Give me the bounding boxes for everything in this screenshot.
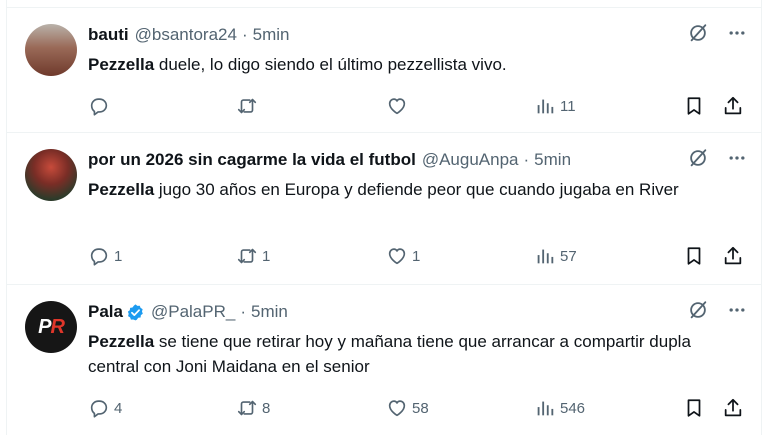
header-actions bbox=[687, 299, 747, 326]
retweet-icon bbox=[237, 400, 257, 416]
reply-icon bbox=[90, 248, 108, 266]
timestamp[interactable]: 5min bbox=[253, 25, 290, 45]
more-icon[interactable] bbox=[727, 300, 747, 325]
retweet-count: 8 bbox=[262, 399, 271, 417]
timestamp[interactable]: 5min bbox=[534, 150, 571, 170]
like-icon bbox=[388, 400, 406, 417]
reply-count: 1 bbox=[114, 247, 123, 265]
views-button[interactable]: 57 bbox=[534, 245, 577, 267]
tweet-content: Pala @PalaPR_ · 5min Pezzella se tiene q… bbox=[88, 299, 747, 379]
grok-icon[interactable] bbox=[687, 22, 709, 49]
retweet-button[interactable]: 8 bbox=[236, 397, 270, 419]
like-icon bbox=[388, 98, 406, 115]
tweet-content: por un 2026 sin cagarme la vida el futbo… bbox=[88, 147, 747, 202]
reply-button[interactable]: 4 bbox=[88, 397, 122, 419]
share-button[interactable] bbox=[722, 397, 744, 419]
views-button[interactable]: 11 bbox=[534, 95, 576, 117]
share-icon bbox=[724, 246, 742, 265]
separator: · bbox=[240, 302, 247, 321]
tweet-text: Pezzella duele, lo digo siendo el último… bbox=[88, 52, 738, 77]
separator: · bbox=[241, 25, 248, 44]
separator: · bbox=[523, 150, 530, 169]
bookmark-icon bbox=[687, 97, 701, 115]
tweet[interactable]: PR Pala @PalaPR_ · 5min Pezzella se tien… bbox=[7, 285, 761, 435]
retweet-icon bbox=[237, 98, 257, 114]
like-button[interactable]: 1 bbox=[386, 245, 420, 267]
bookmark-button[interactable] bbox=[683, 95, 705, 117]
views-icon bbox=[537, 249, 554, 264]
like-count: 1 bbox=[412, 247, 421, 265]
author-name[interactable]: Pala bbox=[88, 302, 123, 322]
views-count: 57 bbox=[560, 247, 577, 265]
tweet-text: Pezzella se tiene que retirar hoy y maña… bbox=[88, 329, 738, 379]
reply-button[interactable]: 1 bbox=[88, 245, 122, 267]
more-icon[interactable] bbox=[727, 23, 747, 48]
avatar[interactable] bbox=[25, 24, 77, 76]
views-icon bbox=[537, 401, 554, 416]
like-icon bbox=[388, 248, 406, 265]
retweet-button[interactable] bbox=[236, 95, 262, 117]
tweet-text-bold: Pezzella bbox=[88, 332, 155, 351]
tweet-feed: bauti @bsantora24 · 5min Pezzella duele,… bbox=[6, 0, 762, 435]
reply-count: 4 bbox=[114, 399, 123, 417]
tweet-actions: 4 8 58 546 bbox=[88, 396, 743, 420]
reply-button[interactable] bbox=[88, 95, 114, 117]
bookmark-button[interactable] bbox=[683, 397, 705, 419]
views-count: 546 bbox=[560, 399, 586, 417]
author-name[interactable]: bauti bbox=[88, 25, 129, 45]
views-count: 11 bbox=[560, 97, 576, 115]
share-icon bbox=[724, 96, 742, 115]
tweet-text-body: se tiene que retirar hoy y mañana tiene … bbox=[88, 332, 691, 376]
bookmark-icon bbox=[687, 399, 701, 417]
reply-icon bbox=[90, 98, 108, 116]
retweet-icon bbox=[237, 248, 257, 264]
views-icon bbox=[537, 99, 554, 114]
reply-icon bbox=[90, 400, 108, 418]
like-button[interactable] bbox=[386, 95, 412, 117]
retweet-count: 1 bbox=[262, 247, 271, 265]
avatar-logo: PR bbox=[38, 315, 65, 338]
grok-icon[interactable] bbox=[687, 147, 709, 174]
author-handle[interactable]: @PalaPR_ bbox=[151, 302, 235, 322]
tweet-text-body: jugo 30 años en Europa y defiende peor q… bbox=[154, 180, 679, 199]
share-button[interactable] bbox=[722, 245, 744, 267]
author-name[interactable]: por un 2026 sin cagarme la vida el futbo… bbox=[88, 150, 416, 170]
like-button[interactable]: 58 bbox=[386, 397, 429, 419]
tweet-header: Pala @PalaPR_ · 5min bbox=[88, 299, 747, 326]
tweet[interactable]: por un 2026 sin cagarme la vida el futbo… bbox=[7, 133, 761, 285]
tweet-text: Pezzella jugo 30 años en Europa y defien… bbox=[88, 177, 738, 202]
bookmark-icon bbox=[687, 247, 701, 265]
grok-icon[interactable] bbox=[687, 299, 709, 326]
share-button[interactable] bbox=[722, 95, 744, 117]
header-actions bbox=[687, 22, 747, 49]
avatar[interactable]: PR bbox=[25, 301, 77, 353]
tweet-text-bold: Pezzella bbox=[88, 180, 155, 199]
views-button[interactable]: 546 bbox=[534, 397, 585, 419]
bookmark-button[interactable] bbox=[683, 245, 705, 267]
retweet-button[interactable]: 1 bbox=[236, 245, 270, 267]
tweet-actions: 1 1 1 57 bbox=[88, 244, 743, 268]
share-icon bbox=[724, 398, 742, 417]
like-count: 58 bbox=[412, 399, 429, 417]
tweet-text-bold: Pezzella bbox=[88, 55, 155, 74]
tweet-header: bauti @bsantora24 · 5min bbox=[88, 22, 747, 49]
more-icon[interactable] bbox=[727, 148, 747, 173]
tweet-header: por un 2026 sin cagarme la vida el futbo… bbox=[88, 147, 747, 174]
verified-badge-icon bbox=[126, 303, 145, 322]
author-handle[interactable]: @bsantora24 bbox=[135, 25, 237, 45]
header-actions bbox=[687, 147, 747, 174]
timestamp[interactable]: 5min bbox=[251, 302, 288, 322]
tweet-actions: 11 bbox=[88, 94, 743, 118]
tweet[interactable]: bauti @bsantora24 · 5min Pezzella duele,… bbox=[7, 7, 761, 133]
avatar[interactable] bbox=[25, 149, 77, 201]
tweet-text-body: duele, lo digo siendo el último pezzelli… bbox=[154, 55, 507, 74]
tweet-content: bauti @bsantora24 · 5min Pezzella duele,… bbox=[88, 22, 747, 77]
author-handle[interactable]: @AuguAnpa bbox=[422, 150, 519, 170]
